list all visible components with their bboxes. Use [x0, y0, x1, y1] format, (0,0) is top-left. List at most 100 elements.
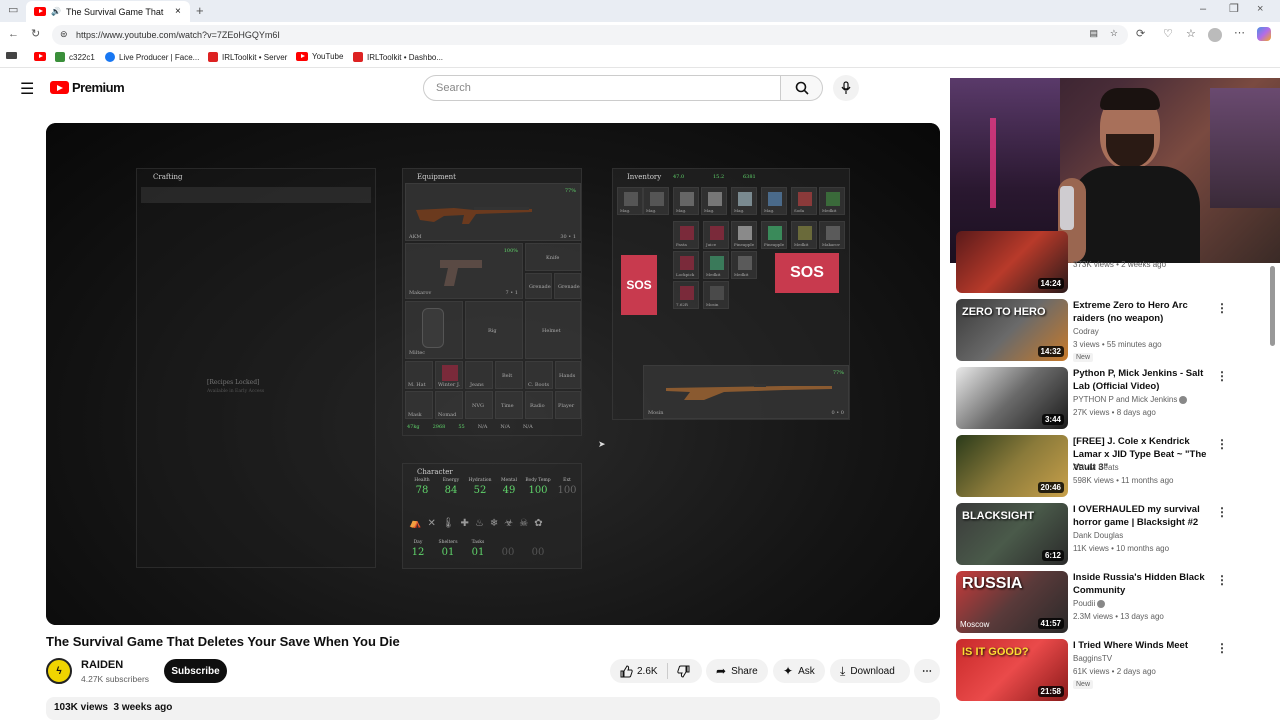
inventory-item[interactable]: Mag.: [617, 187, 643, 215]
ask-button[interactable]: ✦ Ask: [773, 659, 825, 683]
inventory-item[interactable]: Medkit: [731, 251, 757, 279]
primary-weapon-slot[interactable]: AKM 30 • 1 77%: [405, 183, 581, 241]
download-button[interactable]: ⤓ Download: [830, 659, 910, 683]
bookmark-live-producer[interactable]: Live Producer | Face...: [105, 52, 199, 62]
description-box[interactable]: 103K views 3 weeks ago: [46, 697, 940, 720]
more-vertical-icon[interactable]: ⋮: [1216, 573, 1228, 587]
inventory-item[interactable]: Lockpick: [673, 251, 699, 279]
inventory-item[interactable]: Soda: [791, 187, 817, 215]
recommendation-item[interactable]: RUSSIA Moscow 41:57 Inside Russia's Hidden …: [956, 571, 1266, 633]
maximize-icon[interactable]: ❐: [1229, 4, 1239, 15]
bookmark-irltoolkit-dashboard[interactable]: IRLToolkit • Dashbo...: [353, 52, 443, 62]
copilot-icon[interactable]: [1257, 27, 1271, 41]
like-button[interactable]: 2.6K: [620, 664, 658, 678]
recommendation-item[interactable]: 3:44 Python P, Mick Jenkins - Salt Lab (O…: [956, 367, 1266, 429]
inventory-item[interactable]: Pineapple: [761, 221, 787, 249]
grenade-slot-1[interactable]: Grenade: [525, 273, 552, 299]
back-icon[interactable]: ←: [8, 29, 19, 40]
window-close-icon[interactable]: ×: [1257, 4, 1263, 15]
url-input[interactable]: ⊜ https://www.youtube.com/watch?v=7ZEoHG…: [52, 25, 1128, 45]
boots-slot[interactable]: C. Boots: [525, 361, 553, 389]
dislike-button[interactable]: [676, 665, 690, 678]
inventory-item[interactable]: Mag.: [731, 187, 757, 215]
video-title[interactable]: Python P, Mick Jenkins - Salt Lab (Offic…: [1073, 367, 1211, 393]
more-vertical-icon[interactable]: ⋮: [1216, 505, 1228, 519]
voice-search-button[interactable]: [833, 75, 859, 101]
bookmark-device-icon[interactable]: [6, 52, 17, 59]
video-title[interactable]: Inside Russia's Hidden Black Community: [1073, 571, 1211, 597]
video-player[interactable]: Crafting [Recipes Locked] Available in E…: [46, 123, 940, 625]
rig-slot[interactable]: Rig: [465, 301, 523, 359]
sos-kit-large[interactable]: SOS: [775, 253, 839, 293]
video-title[interactable]: I OVERHAULED my survival horror game | B…: [1073, 503, 1211, 529]
inventory-item[interactable]: 7.62R: [673, 281, 699, 309]
bookmark-irltoolkit-server[interactable]: IRLToolkit • Server: [208, 52, 287, 62]
recommendation-item[interactable]: ZERO TO HERO 14:32 Extreme Zero to Hero Ar…: [956, 299, 1266, 362]
channel-name[interactable]: Codray: [1073, 327, 1099, 336]
mosin-rifle-slot[interactable]: Mosin 0 • 0 77%: [643, 365, 849, 419]
more-vertical-icon[interactable]: ⋮: [1216, 369, 1228, 383]
bookmark-youtube[interactable]: YouTube: [296, 52, 343, 61]
tab-close-icon[interactable]: ×: [175, 6, 181, 17]
sidebar-scrollbar[interactable]: [1270, 266, 1275, 346]
hat-slot[interactable]: M. Hat: [405, 361, 433, 389]
more-vertical-icon[interactable]: ⋮: [1216, 437, 1228, 451]
inventory-item[interactable]: Mag.: [761, 187, 787, 215]
nomad-slot[interactable]: Nomad: [435, 391, 463, 419]
tab-actions-icon[interactable]: ▭: [8, 5, 18, 16]
performance-icon[interactable]: ♡: [1163, 29, 1173, 40]
favorite-star-icon[interactable]: ☆: [1110, 28, 1118, 39]
reader-mode-icon[interactable]: ▤: [1089, 28, 1098, 39]
helmet-slot[interactable]: Helmet: [525, 301, 581, 359]
share-button[interactable]: ➦ Share: [706, 659, 768, 683]
speaker-icon[interactable]: 🔊: [51, 7, 61, 16]
inventory-item[interactable]: Pasta: [673, 221, 699, 249]
backpack-slot[interactable]: Miltec: [405, 301, 463, 359]
subscribe-button[interactable]: Subscribe: [164, 659, 227, 683]
inventory-item[interactable]: Medkit: [703, 251, 729, 279]
profile-avatar[interactable]: [1208, 28, 1222, 42]
inventory-item[interactable]: Mag.: [673, 187, 699, 215]
player-slot[interactable]: Player: [555, 391, 581, 419]
jacket-slot[interactable]: Winter J.: [435, 361, 463, 389]
sos-kit-small[interactable]: SOS: [621, 255, 657, 315]
refresh-icon[interactable]: ↻: [31, 29, 40, 40]
favorites-icon[interactable]: ☆: [1186, 29, 1196, 40]
inventory-item[interactable]: Mag.: [643, 187, 669, 215]
recommendation-item[interactable]: IS IT GOOD? 21:58 I Tried Where Winds Meet…: [956, 639, 1266, 701]
channel-avatar[interactable]: ϟ: [46, 658, 72, 684]
channel-name[interactable]: Dank Douglas: [1073, 531, 1123, 540]
inventory-item[interactable]: Makarov: [819, 221, 845, 249]
bookmark-youtube-icon[interactable]: [34, 52, 46, 61]
inventory-item[interactable]: Medkit: [791, 221, 817, 249]
inventory-item[interactable]: Mosin: [703, 281, 729, 309]
more-vertical-icon[interactable]: ⋮: [1216, 301, 1228, 315]
video-title[interactable]: Extreme Zero to Hero Arc raiders (no wea…: [1073, 299, 1211, 325]
inventory-item[interactable]: Pineapple: [731, 221, 757, 249]
mask-slot[interactable]: Mask: [405, 391, 433, 419]
inventory-item[interactable]: Medkit: [819, 187, 845, 215]
inventory-item[interactable]: Juice: [703, 221, 729, 249]
channel-name[interactable]: ARVM Beats: [1073, 463, 1119, 472]
belt-slot[interactable]: Belt: [495, 361, 523, 389]
hands-slot[interactable]: Hands: [555, 361, 581, 389]
site-info-icon[interactable]: ⊜: [60, 29, 68, 40]
more-options-icon[interactable]: ⋯: [1234, 28, 1245, 39]
recommendation-partial[interactable]: 14:24 373K views • 2 weeks ago: [956, 231, 1266, 293]
grenade-slot-2[interactable]: Grenade: [554, 273, 581, 299]
more-vertical-icon[interactable]: ⋮: [1216, 641, 1228, 655]
video-title[interactable]: I Tried Where Winds Meet: [1073, 639, 1211, 652]
pants-slot[interactable]: Jeans: [465, 361, 493, 389]
hamburger-menu-icon[interactable]: ☰: [20, 79, 34, 99]
minimize-icon[interactable]: –: [1200, 4, 1206, 15]
knife-slot[interactable]: Knife: [525, 243, 581, 271]
youtube-premium-logo[interactable]: Premium: [50, 80, 125, 95]
channel-name[interactable]: BagginsTV: [1073, 654, 1112, 663]
extensions-icon[interactable]: ⟳: [1136, 29, 1145, 40]
channel-name[interactable]: RAIDEN: [81, 659, 123, 671]
new-tab-icon[interactable]: +: [196, 4, 204, 17]
bookmark-c322c1[interactable]: c322c1: [55, 52, 95, 62]
nvg-slot[interactable]: NVG: [465, 391, 493, 419]
secondary-weapon-slot[interactable]: Makarov 7 • 1 100%: [405, 243, 523, 299]
search-button[interactable]: [781, 75, 823, 101]
